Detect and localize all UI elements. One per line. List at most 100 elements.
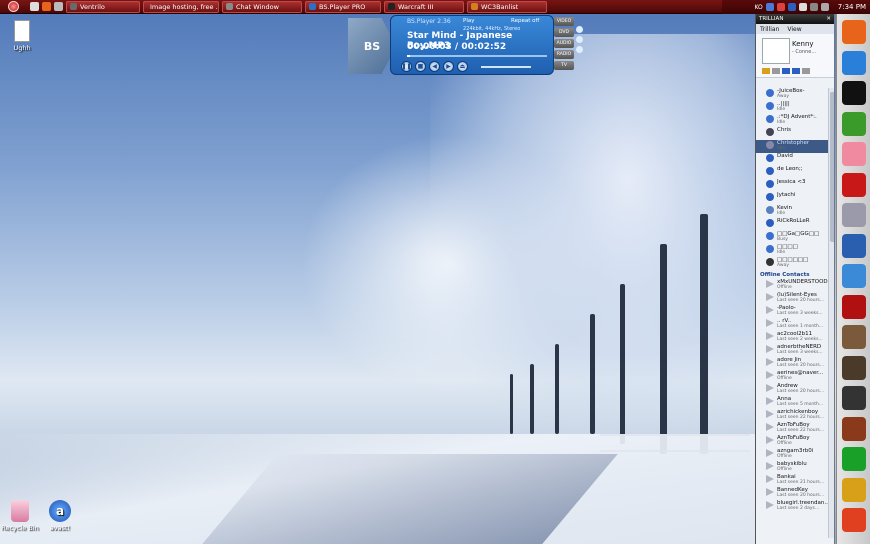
protocol-icon[interactable] bbox=[772, 68, 780, 74]
offline-contact-item[interactable]: adore Jin Last seen 20 hours... bbox=[756, 357, 828, 370]
contact-item[interactable]: □□□□ Idle bbox=[756, 244, 828, 257]
dvd-button[interactable]: DVD bbox=[554, 28, 574, 37]
tray-icon[interactable] bbox=[809, 3, 818, 11]
seek-bar[interactable] bbox=[407, 55, 547, 57]
profile-status[interactable]: - Conne... bbox=[792, 49, 816, 55]
clock[interactable]: 7:34 PM bbox=[838, 3, 866, 11]
video-button[interactable]: VIDEO bbox=[554, 17, 574, 26]
contact-item[interactable]: ..||||| Idle bbox=[756, 101, 828, 114]
offline-contact-item[interactable]: AznToFuBoy Offline bbox=[756, 435, 828, 448]
previous-button[interactable]: ◀ bbox=[429, 61, 440, 72]
repeat-state[interactable]: Repeat off bbox=[511, 18, 539, 24]
warcraft-icon[interactable] bbox=[842, 355, 866, 380]
quick-launch-icon[interactable] bbox=[42, 2, 51, 11]
protocol-icon[interactable] bbox=[802, 68, 810, 74]
lightning-icon[interactable] bbox=[842, 233, 866, 258]
volume-slider[interactable] bbox=[481, 66, 531, 68]
desktop-icon-avast[interactable]: a avast! bbox=[40, 500, 80, 532]
tray-icon[interactable] bbox=[798, 3, 807, 11]
taskbar-window-browser[interactable]: Image hosting, free ... bbox=[143, 0, 219, 13]
menu-icon[interactable] bbox=[576, 46, 583, 53]
ie-icon[interactable] bbox=[842, 50, 866, 75]
pink-app-icon[interactable] bbox=[842, 142, 866, 166]
taskbar-window-ventrilo[interactable]: Ventrilo bbox=[66, 0, 140, 13]
gamespy-icon[interactable] bbox=[842, 294, 866, 319]
utorrent-icon[interactable] bbox=[842, 111, 866, 136]
taskbar-window-bsplayer[interactable]: BS.Player PRO bbox=[305, 0, 381, 13]
desktop-icon-recycle-bin[interactable]: Recycle Bin bbox=[0, 500, 40, 532]
tv-button[interactable]: TV bbox=[554, 61, 574, 70]
next-button[interactable]: ▶ bbox=[443, 61, 454, 72]
contact-item[interactable]: David bbox=[756, 153, 828, 166]
offline-contact-item[interactable]: Anna Last seen 5 month... bbox=[756, 396, 828, 409]
start-button[interactable] bbox=[0, 0, 26, 14]
offline-contact-item[interactable]: AznToFuBoy Last seen 22 hours... bbox=[756, 422, 828, 435]
eject-button[interactable]: ⏏ bbox=[457, 61, 468, 72]
contact-item[interactable]: .:*DJ Advent*:. Idle bbox=[756, 114, 828, 127]
tray-icon[interactable] bbox=[776, 3, 785, 11]
contact-item[interactable]: Kevin Idle bbox=[756, 205, 828, 218]
taskbar-window-wc3banlist[interactable]: WC3Banlist bbox=[467, 0, 547, 13]
tray-icon[interactable] bbox=[765, 3, 774, 11]
contact-item[interactable]: Chris bbox=[756, 127, 828, 140]
offline-contact-item[interactable]: ac2cool2b11 Last seen 2 weeks... bbox=[756, 331, 828, 344]
desktop-icon-file[interactable]: Ughh bbox=[2, 20, 42, 52]
messenger-icon[interactable] bbox=[842, 508, 866, 532]
taskbar: Ventrilo Image hosting, free ... Chat Wi… bbox=[0, 0, 870, 14]
trillian-titlebar[interactable]: TRILLIAN ✕ bbox=[756, 14, 834, 24]
contact-item[interactable]: Jytachi bbox=[756, 192, 828, 205]
minimize-icon[interactable] bbox=[576, 36, 583, 43]
offline-contact-item[interactable]: Andrew Last seen 20 hours... bbox=[756, 383, 828, 396]
offline-contact-item[interactable]: xMxUNDERSTOOD Offline bbox=[756, 279, 828, 292]
offline-group-header[interactable]: Offline Contacts bbox=[756, 270, 828, 279]
close-icon[interactable] bbox=[576, 26, 583, 33]
contact-item[interactable]: de Leon;; bbox=[756, 166, 828, 179]
tray-icon[interactable] bbox=[820, 3, 829, 11]
offline-contact-item[interactable]: .. rV.. Last seen 1 month... bbox=[756, 318, 828, 331]
contact-item[interactable]: Christopher Idle bbox=[756, 140, 828, 153]
contact-item[interactable]: □□Ga□GG□□ Busy bbox=[756, 231, 828, 244]
firefox-icon[interactable] bbox=[842, 20, 866, 44]
offline-contact-item[interactable]: babyskiblu Offline bbox=[756, 461, 828, 474]
character-icon[interactable] bbox=[842, 416, 866, 441]
stop-button[interactable]: ■ bbox=[415, 61, 426, 72]
protocol-icon[interactable] bbox=[762, 68, 770, 74]
contact-item[interactable]: Jessica <3 bbox=[756, 179, 828, 192]
offline-contact-item[interactable]: azngam3rb0i Offline bbox=[756, 448, 828, 461]
offline-contact-item[interactable]: adnerbtheNERD Last seen 3 weeks... bbox=[756, 344, 828, 357]
quick-launch-icon[interactable] bbox=[30, 2, 39, 11]
offline-contact-item[interactable]: azrichickenboy Last seen 22 hours... bbox=[756, 409, 828, 422]
offline-contact-item[interactable]: bluegirl.treendan... Last seen 2 days... bbox=[756, 500, 830, 513]
taskbar-window-warcraft[interactable]: Warcraft III bbox=[384, 0, 464, 13]
taskbar-window-chat[interactable]: Chat Window bbox=[222, 0, 302, 13]
steam-icon[interactable] bbox=[842, 81, 866, 105]
jet-icon[interactable] bbox=[842, 325, 866, 349]
offline-contact-item[interactable]: -Paolo- Last seen 3 weeks... bbox=[756, 305, 828, 318]
offline-contact-item[interactable]: aerines@naver... Offline bbox=[756, 370, 828, 383]
quicktime-icon[interactable] bbox=[842, 203, 866, 227]
close-icon[interactable]: ✕ bbox=[826, 16, 831, 22]
red-arrow-icon[interactable] bbox=[842, 172, 866, 197]
pause-button[interactable]: ❚❚ bbox=[401, 61, 412, 72]
offline-contact-item[interactable]: BannedKey Last seen 20 hours... bbox=[756, 487, 828, 500]
avatar[interactable] bbox=[762, 38, 790, 64]
itunes-icon[interactable] bbox=[842, 264, 866, 288]
contact-item[interactable]: RiCkRoLLeR bbox=[756, 218, 828, 231]
language-indicator[interactable]: KO bbox=[754, 4, 762, 11]
protocol-icon[interactable] bbox=[792, 68, 800, 74]
contact-item[interactable]: -JuiceBox- Away bbox=[756, 88, 828, 101]
menu-trillian[interactable]: Trillian bbox=[760, 26, 779, 33]
contact-item[interactable]: □□□□□□ Away bbox=[756, 257, 828, 270]
wc3-icon[interactable] bbox=[842, 477, 866, 502]
audio-button[interactable]: AUDIO bbox=[554, 39, 574, 48]
tray-icon[interactable] bbox=[787, 3, 796, 11]
e-app-icon[interactable] bbox=[842, 386, 866, 410]
protocol-icon[interactable] bbox=[782, 68, 790, 74]
contact-list-scrollbar[interactable] bbox=[828, 88, 834, 538]
menu-view[interactable]: View bbox=[787, 26, 801, 33]
quick-launch-icon[interactable] bbox=[54, 2, 63, 11]
star-icon[interactable] bbox=[842, 447, 866, 471]
offline-contact-item[interactable]: (lu)Silent-Eyes Last seen 20 hours... bbox=[756, 292, 828, 305]
radio-button[interactable]: RADIO bbox=[554, 50, 574, 59]
offline-contact-item[interactable]: Bankai Last seen 21 hours... bbox=[756, 474, 828, 487]
